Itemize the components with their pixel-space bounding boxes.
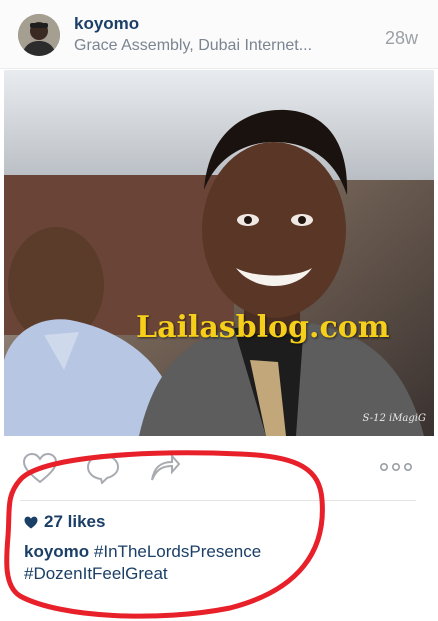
more-dots-icon[interactable] — [378, 460, 414, 478]
divider — [20, 500, 416, 501]
post-action-bar — [0, 436, 438, 500]
post-username[interactable]: koyomo — [74, 14, 139, 34]
speech-bubble-icon[interactable] — [86, 452, 120, 489]
post-timestamp: 28w — [384, 28, 418, 48]
heart-outline-icon[interactable] — [22, 452, 58, 489]
photographer-signature: S-12 iMagiG — [362, 413, 427, 424]
hashtag[interactable]: #InTheLordsPresence — [94, 542, 261, 561]
post-photo[interactable]: Lailasblog.com S-12 iMagiG — [4, 70, 434, 436]
heart-filled-icon — [24, 516, 38, 528]
likes-label: 27 likes — [44, 512, 106, 531]
post-header: koyomo Grace Assembly, Dubai Internet...… — [0, 0, 438, 69]
post-location[interactable]: Grace Assembly, Dubai Internet... — [74, 37, 374, 55]
caption-username[interactable]: koyomo — [24, 542, 89, 561]
watermark-text: Lailasblog.com — [136, 310, 390, 345]
post-caption: koyomo #InTheLordsPresence #DozenItFeelG… — [24, 541, 314, 585]
share-arrow-icon[interactable] — [148, 452, 181, 489]
likes-count[interactable]: 27 likes — [24, 512, 105, 532]
hashtag[interactable]: #DozenItFeelGreat — [24, 564, 168, 583]
avatar[interactable] — [18, 14, 60, 56]
